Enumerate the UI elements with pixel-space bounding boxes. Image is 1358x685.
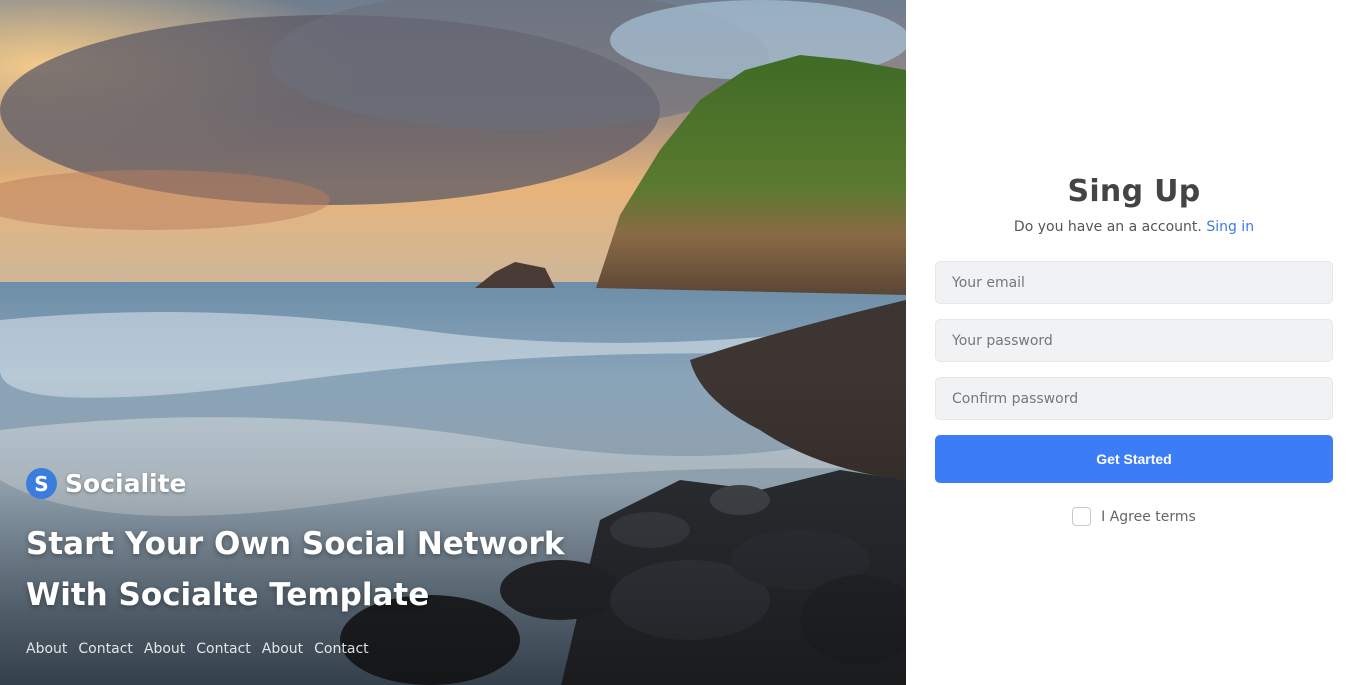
footer-link-contact[interactable]: Contact [314,641,368,657]
footer-link-about[interactable]: About [26,641,67,657]
logo-icon: S [26,468,57,499]
terms-checkbox[interactable] [1072,507,1092,526]
terms-label: I Agree terms [1101,508,1196,525]
hero-headline: Start Your Own Social Network With Socia… [26,519,586,621]
email-field[interactable] [935,261,1333,304]
footer-link-about[interactable]: About [144,641,185,657]
signin-prompt: Do you have an a account. Sing in [935,219,1333,235]
footer-link-contact[interactable]: Contact [196,641,250,657]
signin-link[interactable]: Sing in [1206,219,1254,235]
page-title: Sing Up [1067,174,1201,209]
footer-links: About Contact About Contact About Contac… [26,641,586,657]
signup-form: Sing Up Do you have an a account. Sing i… [935,174,1333,526]
signin-prompt-text: Do you have an a account. [1013,219,1202,235]
signup-panel: Sing Up Do you have an a account. Sing i… [906,0,1358,685]
hero-headline-line1: Start Your Own Social Network [26,526,565,562]
confirm-password-field[interactable] [935,377,1333,420]
hero-panel: S Socialite Start Your Own Social Networ… [0,0,906,685]
footer-link-contact[interactable]: Contact [78,641,132,657]
hero-headline-line2: With Socialte Template [26,577,430,613]
hero-content: S Socialite Start Your Own Social Networ… [26,468,586,657]
footer-link-about[interactable]: About [262,641,303,657]
brand-name: Socialite [65,469,187,498]
get-started-button[interactable]: Get Started [935,435,1333,483]
password-field[interactable] [935,319,1333,362]
terms-agreement[interactable]: I Agree terms [935,507,1333,526]
brand[interactable]: S Socialite [26,468,586,499]
